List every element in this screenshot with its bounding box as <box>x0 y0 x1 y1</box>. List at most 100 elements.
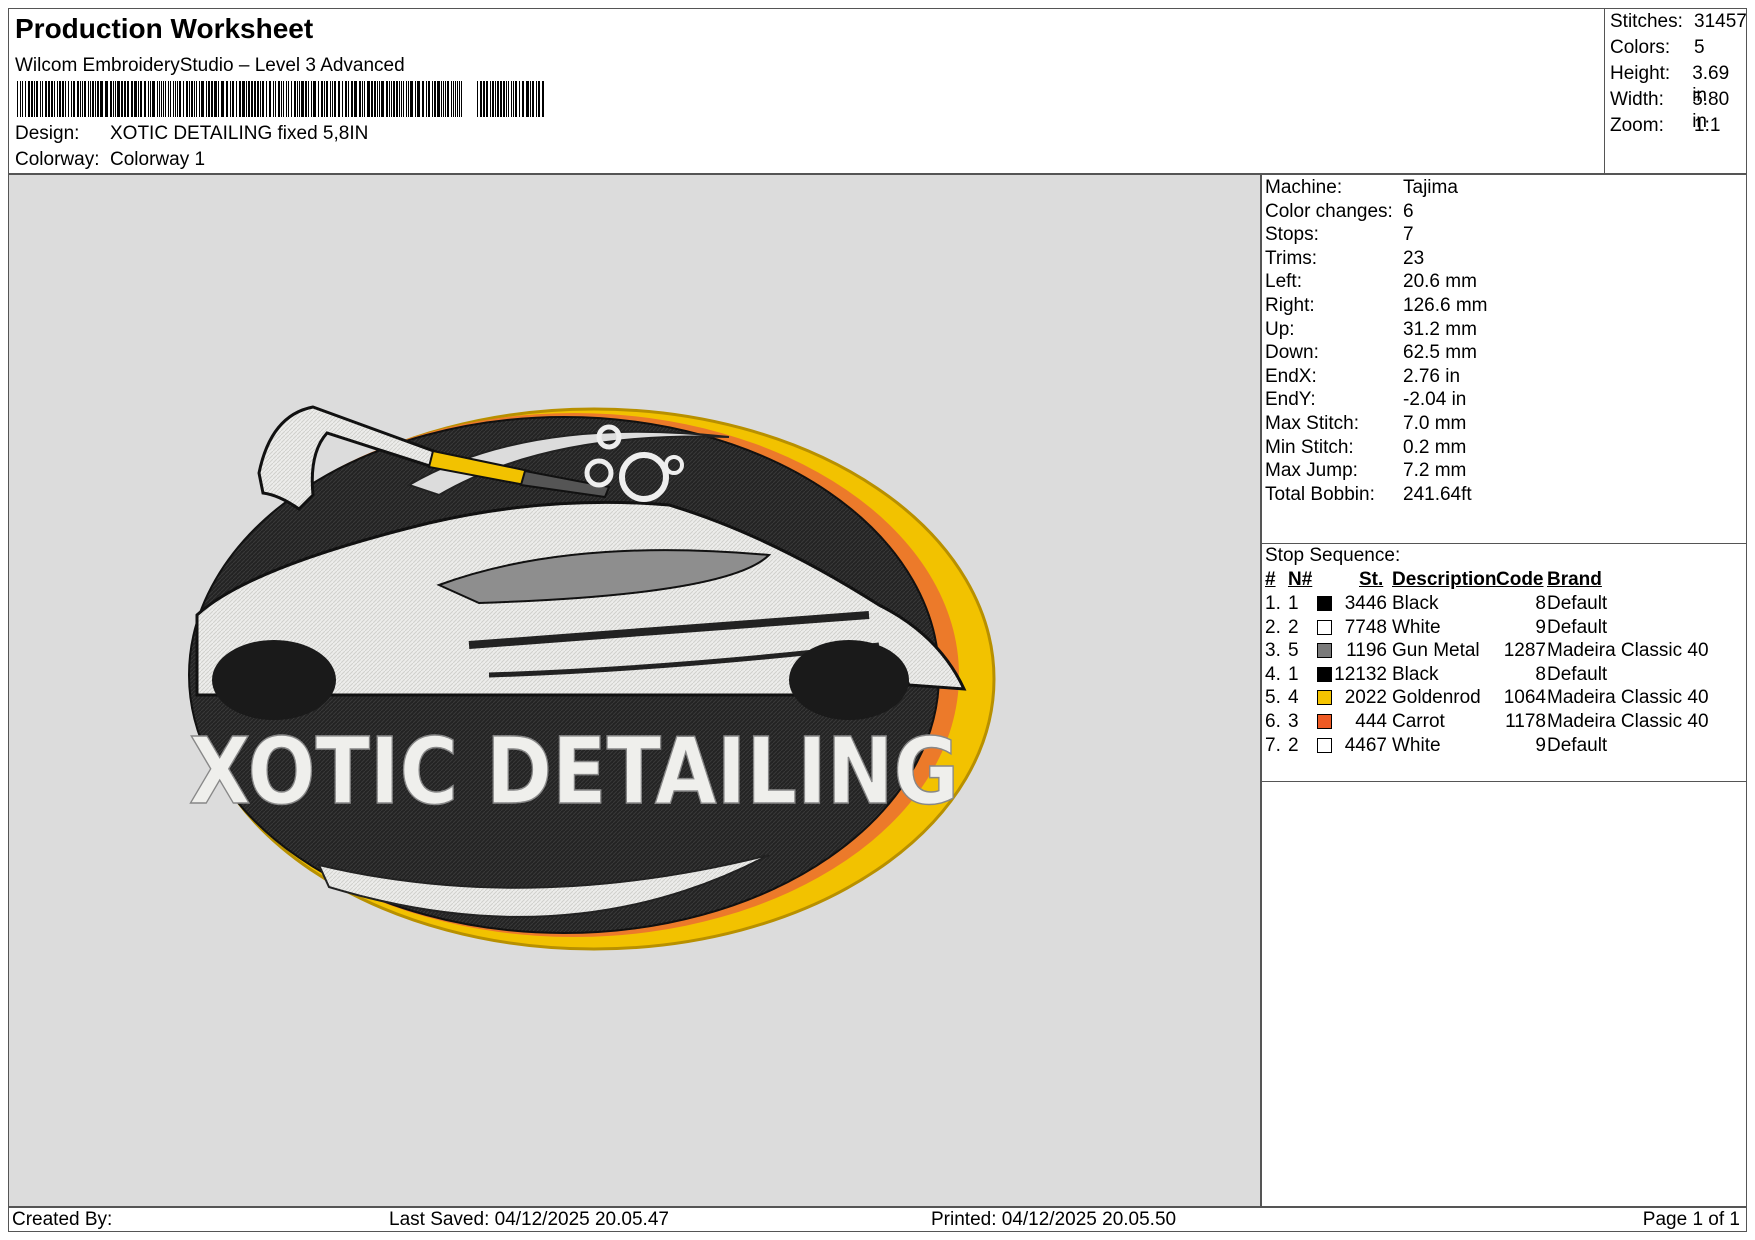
cell-st: 3446 <box>1344 593 1387 614</box>
barcode-bar <box>117 81 120 117</box>
info-row: Max Jump: 7.2 mm <box>1265 460 1466 482</box>
worksheet-header: Production Worksheet Wilcom EmbroiderySt… <box>8 8 1747 175</box>
barcode-bar <box>170 81 171 117</box>
info-row: Left: 20.6 mm <box>1265 271 1477 293</box>
colorway-row: Colorway: Colorway 1 <box>15 149 205 171</box>
barcode-bar <box>451 81 452 117</box>
barcode-bar <box>515 81 517 117</box>
cell-st: 444 <box>1355 711 1387 732</box>
col-description: Description <box>1392 569 1497 590</box>
barcode-bar <box>297 81 298 117</box>
barcode-bar <box>359 81 361 117</box>
barcode-bar <box>97 81 99 117</box>
barcode-bar <box>480 81 482 117</box>
barcode-bar <box>453 81 454 117</box>
barcode-bar <box>506 81 507 117</box>
barcode-bar <box>45 81 47 117</box>
barcode-bar <box>536 81 537 117</box>
barcode-bar <box>262 81 264 117</box>
barcode-bar <box>28 81 30 117</box>
barcode-bar <box>354 81 357 117</box>
color-swatch <box>1317 596 1332 611</box>
barcode-bar <box>68 81 69 117</box>
barcode-bar <box>88 81 89 117</box>
color-swatch <box>1317 690 1332 706</box>
barcode-bar <box>242 81 245 117</box>
stat-label: Colors: <box>1610 37 1671 58</box>
barcode-bar <box>371 81 373 117</box>
barcode-bar <box>283 81 284 117</box>
cell-st: 2022 <box>1344 687 1387 709</box>
cell-code: 1287 <box>1503 640 1546 662</box>
barcode-bar <box>437 81 440 117</box>
barcode-bar <box>490 81 491 117</box>
logo-text: XOTIC DETAILING <box>189 718 959 825</box>
barcode-bar <box>461 81 462 117</box>
software-name: Wilcom EmbroideryStudio – Level 3 Advanc… <box>15 55 405 76</box>
barcode-bar <box>121 81 123 117</box>
cell-num: 3. <box>1265 640 1281 662</box>
cell-n: 5 <box>1288 640 1299 662</box>
info-value: 62.5 mm <box>1403 342 1477 364</box>
barcode-bar <box>399 81 400 117</box>
cell-code: 1178 <box>1505 711 1546 732</box>
barcode-bar <box>386 81 388 117</box>
barcode-bar <box>410 81 413 117</box>
barcode-bar <box>127 81 129 117</box>
cell-desc: Black <box>1392 663 1439 685</box>
barcode-bar <box>532 81 534 117</box>
cell-desc: White <box>1392 616 1441 638</box>
barcode-bar <box>408 81 409 117</box>
barcode-bar <box>342 81 343 117</box>
barcode-bar <box>313 81 316 117</box>
barcode-bar <box>226 81 228 117</box>
info-value: 7 <box>1403 224 1414 246</box>
design-row: Design: XOTIC DETAILING fixed 5,8IN <box>15 123 368 145</box>
cell-n: 3 <box>1288 711 1299 732</box>
barcode-bar <box>513 81 514 117</box>
cell-code: 8 <box>1535 663 1546 685</box>
barcode-bar <box>311 81 312 117</box>
stop-sequence-row: 1. 1 3446 Black 8 Default <box>1265 593 1745 617</box>
info-row: Down: 62.5 mm <box>1265 342 1477 364</box>
info-label: EndX: <box>1265 365 1317 387</box>
barcode-bar <box>196 81 197 117</box>
barcode-bar <box>140 81 142 117</box>
barcode-bar <box>254 81 256 117</box>
stop-sequence-row: 2. 2 7748 White 9 Default <box>1265 617 1745 641</box>
barcode <box>17 81 544 117</box>
barcode-bar <box>54 81 55 117</box>
barcode-bar <box>415 81 416 117</box>
barcode-bar <box>441 81 442 117</box>
barcode-bar <box>281 81 282 117</box>
color-swatch <box>1317 737 1332 753</box>
barcode-bar <box>508 81 509 117</box>
barcode-bar <box>124 81 126 117</box>
info-value: -2.04 in <box>1403 389 1467 411</box>
info-row: Trims: 23 <box>1265 248 1424 270</box>
barcode-bar <box>326 81 328 117</box>
barcode-bar <box>208 81 210 117</box>
barcode-bar <box>483 81 485 117</box>
col-brand: Brand <box>1547 569 1602 590</box>
barcode-bar <box>173 81 174 117</box>
barcode-bar <box>422 81 424 117</box>
info-label: Right: <box>1265 295 1315 316</box>
stat-value: 1:1 <box>1694 115 1721 136</box>
cell-num: 4. <box>1265 663 1281 685</box>
last-saved: Last Saved: 04/12/2025 20.05.47 <box>389 1209 669 1230</box>
barcode-bar <box>393 81 395 117</box>
col-n: N# <box>1288 569 1313 590</box>
info-label: Trims: <box>1265 247 1318 269</box>
barcode-bar <box>138 81 139 117</box>
barcode-bar <box>362 81 363 117</box>
colorway-name: Colorway 1 <box>110 149 206 170</box>
cell-st: 4467 <box>1344 734 1387 756</box>
info-row: Stops: 7 <box>1265 224 1414 246</box>
barcode-bar <box>511 81 512 117</box>
barcode-bar <box>503 81 505 117</box>
info-label: Min Stitch: <box>1265 436 1354 458</box>
info-label: Down: <box>1265 342 1319 364</box>
info-label: EndY: <box>1265 389 1316 411</box>
stat-stitches: Stitches: 31457 <box>1610 11 1747 33</box>
